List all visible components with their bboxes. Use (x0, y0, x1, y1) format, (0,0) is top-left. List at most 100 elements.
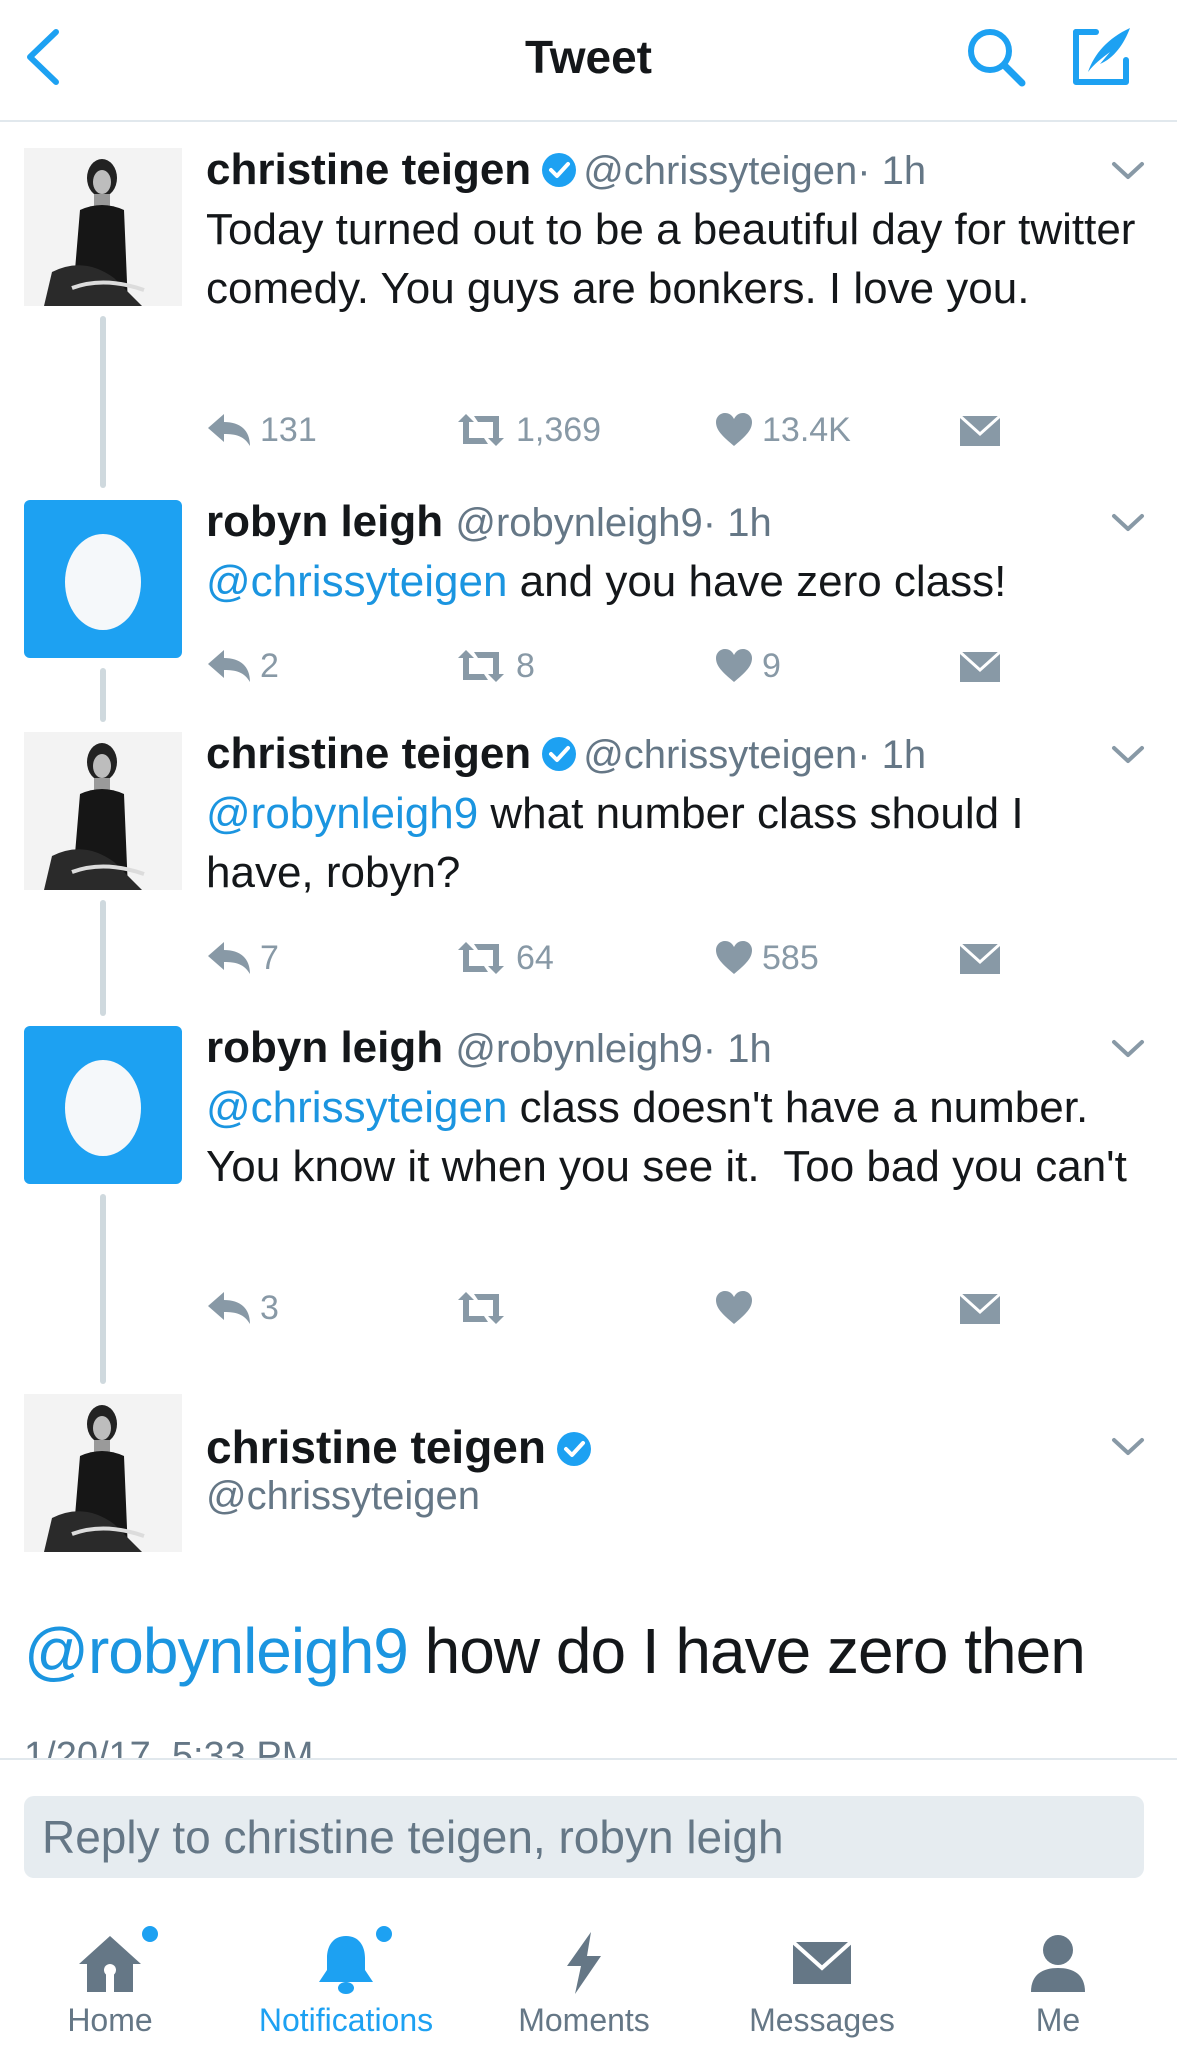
chevron-down-icon[interactable] (1110, 1436, 1146, 1458)
home-icon (79, 1936, 141, 1992)
reply-count: 2 (260, 646, 279, 685)
chevron-down-icon[interactable] (1110, 744, 1146, 766)
avatar[interactable] (24, 732, 182, 890)
like-button[interactable]: 9 (714, 644, 781, 688)
tweet-header: robyn leigh @robynleigh9· 1h (206, 500, 772, 544)
person-icon (1031, 1935, 1085, 1992)
reply-button[interactable]: 2 (206, 644, 279, 688)
heart-icon (716, 413, 752, 446)
user-handle[interactable]: @chrissyteigen (583, 149, 857, 193)
retweet-icon (458, 942, 504, 974)
retweet-button[interactable]: 64 (454, 936, 554, 980)
bottom-tab-bar: Home Notifications Moments Messages Me (0, 1904, 1177, 2048)
envelope-icon (958, 1292, 1002, 1324)
reply-count: 131 (260, 410, 317, 449)
tweet-text: Today turned out to be a beautiful day f… (206, 200, 1136, 318)
reply-input[interactable]: Reply to christine teigen, robyn leigh (24, 1796, 1144, 1878)
display-name[interactable]: robyn leigh (206, 1023, 443, 1072)
mention-link[interactable]: @chrissyteigen (206, 1083, 507, 1132)
retweet-button[interactable]: 8 (454, 644, 535, 688)
direct-message-button[interactable] (958, 408, 1002, 452)
thread-connector-line (100, 900, 106, 1016)
verified-badge-icon (556, 1432, 591, 1466)
like-button[interactable]: 585 (714, 936, 819, 980)
tab-me[interactable]: Me (958, 1904, 1158, 2048)
chevron-down-icon[interactable] (1110, 1038, 1146, 1060)
thread-connector-line (100, 1194, 106, 1384)
egg-icon (65, 1060, 141, 1156)
tweet-text-content: and you have zero class! (507, 557, 1007, 606)
tab-label: Me (1035, 2002, 1081, 2038)
direct-message-button[interactable] (958, 936, 1002, 980)
like-button[interactable]: 13.4K (714, 408, 851, 452)
search-icon[interactable] (965, 26, 1027, 88)
envelope-icon (958, 414, 1002, 446)
mention-link[interactable]: @robynleigh9 (206, 789, 478, 838)
tweet-time: · 1h (702, 1027, 772, 1071)
display-name: christine teigen (206, 1421, 546, 1473)
tab-label: Home (67, 2002, 153, 2038)
tab-label: Moments (518, 2002, 650, 2038)
bell-icon (319, 1936, 373, 1994)
user-handle[interactable]: @chrissyteigen (583, 733, 857, 777)
tweet-timestamp: 1/20/17, 5:33 PM (24, 1735, 314, 1758)
tweet-time: · 1h (857, 149, 927, 193)
tab-home[interactable]: Home (10, 1904, 210, 2048)
tweet-header: christine teigen @chrissyteigen· 1h (206, 732, 926, 776)
retweet-count: 8 (516, 646, 535, 685)
thread-connector-line (100, 668, 106, 722)
home-notification-dot (142, 1926, 158, 1942)
like-count: 9 (762, 646, 781, 685)
retweet-icon (458, 1292, 504, 1324)
direct-message-button[interactable] (958, 644, 1002, 688)
display-name[interactable]: christine teigen (206, 145, 531, 194)
tab-label: Messages (749, 2002, 895, 2038)
tweet-text-content: Today turned out to be a beautiful day f… (206, 205, 1136, 313)
reply-button[interactable]: 131 (206, 408, 317, 452)
reply-icon (208, 1292, 250, 1324)
mention-link[interactable]: @robynleigh9 (24, 1615, 409, 1687)
heart-icon (716, 1291, 752, 1324)
display-name[interactable]: christine teigen (206, 729, 531, 778)
verified-badge-icon (542, 737, 577, 771)
retweet-button[interactable] (454, 1286, 516, 1330)
avatar[interactable] (24, 1394, 182, 1552)
retweet-icon (458, 414, 504, 446)
divider (0, 1758, 1177, 1760)
chevron-down-icon[interactable] (1110, 512, 1146, 534)
compose-tweet-icon[interactable] (1070, 24, 1134, 88)
direct-message-button[interactable] (958, 1286, 1002, 1330)
user-handle[interactable]: @robynleigh9 (455, 1027, 702, 1071)
reply-button[interactable]: 3 (206, 1286, 279, 1330)
tweet-actions: 3 (206, 1286, 1106, 1330)
default-egg-avatar[interactable] (24, 1026, 182, 1184)
user-handle[interactable]: @robynleigh9 (455, 501, 702, 545)
tweet-text: @chrissyteigen and you have zero class! (206, 552, 1136, 611)
thread-connector-line (100, 316, 106, 488)
tab-notifications[interactable]: Notifications (246, 1904, 446, 2048)
tab-moments[interactable]: Moments (484, 1904, 684, 2048)
mention-link[interactable]: @chrissyteigen (206, 557, 507, 606)
tweet-header: robyn leigh @robynleigh9· 1h (206, 1026, 772, 1070)
focused-user-handle[interactable]: @chrissyteigen (206, 1474, 480, 1519)
retweet-count: 64 (516, 938, 554, 977)
lightning-icon (567, 1932, 601, 1994)
reply-icon (208, 650, 250, 682)
heart-icon (716, 649, 752, 682)
like-count: 13.4K (762, 410, 851, 449)
retweet-button[interactable]: 1,369 (454, 408, 601, 452)
focused-display-name[interactable]: christine teigen (206, 1420, 598, 1474)
envelope-icon (958, 942, 1002, 974)
verified-badge-icon (542, 153, 577, 187)
tab-messages[interactable]: Messages (722, 1904, 922, 2048)
chevron-down-icon[interactable] (1110, 160, 1146, 182)
avatar[interactable] (24, 148, 182, 306)
reply-button[interactable]: 7 (206, 936, 279, 980)
display-name[interactable]: robyn leigh (206, 497, 443, 546)
top-nav-bar: Tweet (0, 0, 1177, 122)
default-egg-avatar[interactable] (24, 500, 182, 658)
reply-icon (208, 942, 250, 974)
like-button[interactable] (714, 1286, 762, 1330)
tweet-text: @chrissyteigen class doesn't have a numb… (206, 1078, 1136, 1196)
retweet-count: 1,369 (516, 410, 602, 449)
